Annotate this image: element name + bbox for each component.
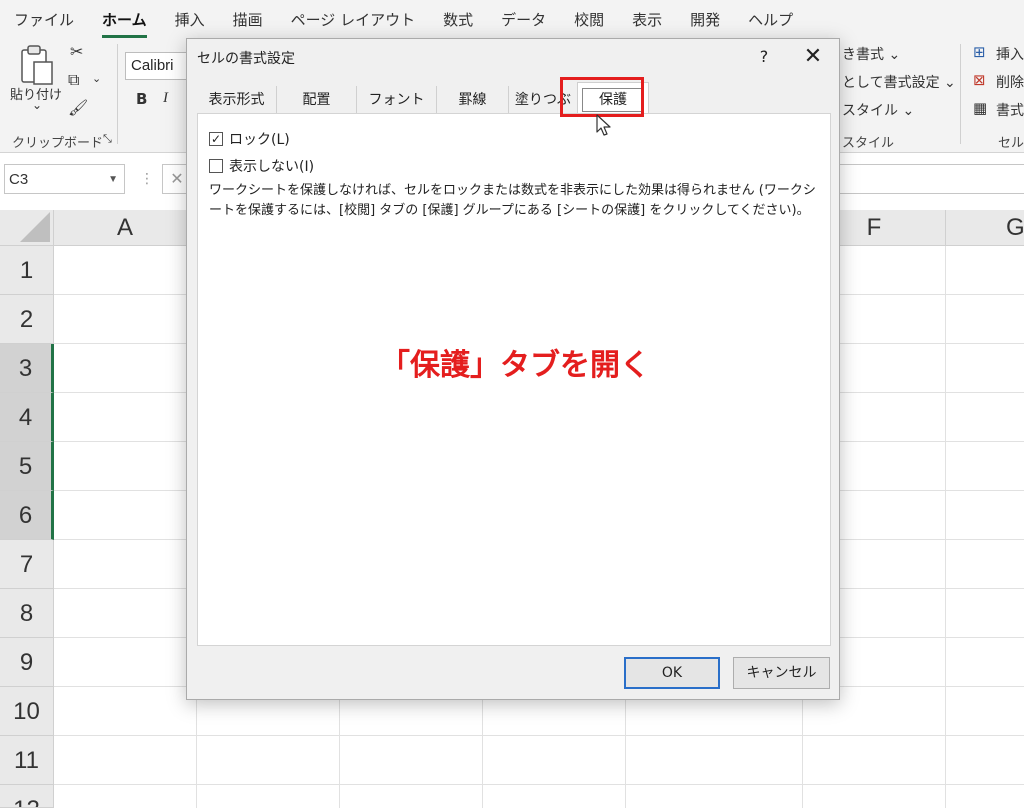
ribbon-separator: [117, 44, 118, 144]
paste-icon[interactable]: [18, 44, 56, 86]
tab-home[interactable]: ホーム: [102, 9, 147, 38]
tab-review[interactable]: 校閲: [574, 9, 604, 30]
tab-file[interactable]: ファイル: [14, 9, 74, 30]
name-box[interactable]: C3 ▼: [4, 164, 125, 194]
row-header-9[interactable]: 9: [0, 638, 54, 687]
ribbon-separator: [960, 44, 961, 144]
help-icon[interactable]: ?: [752, 45, 776, 69]
tab-alignment[interactable]: 配置: [277, 86, 357, 114]
row-header-1[interactable]: 1: [0, 246, 54, 295]
row-header-10[interactable]: 10: [0, 687, 54, 736]
protection-panel: ✓ ロック(L) 表示しない(I) ワークシートを保護しなければ、セルをロックま…: [197, 113, 831, 646]
tab-developer[interactable]: 開発: [690, 9, 720, 30]
ok-button[interactable]: OK: [624, 657, 720, 689]
column-header-a[interactable]: A: [54, 210, 197, 246]
row-header-6[interactable]: 6: [0, 491, 54, 540]
delete-cells-icon[interactable]: ⊠: [973, 71, 986, 89]
protection-tab-highlight: [560, 77, 644, 117]
tab-draw[interactable]: 描画: [233, 9, 263, 30]
tab-data[interactable]: データ: [501, 9, 546, 30]
styles-group-label: スタイル: [842, 136, 895, 151]
row-header-3[interactable]: 3: [0, 344, 54, 393]
name-box-value: C3: [9, 171, 29, 188]
row-header-8[interactable]: 8: [0, 589, 54, 638]
tab-number[interactable]: 表示形式: [197, 86, 277, 114]
copy-dropdown-icon[interactable]: ⌄: [92, 72, 101, 85]
mouse-cursor-icon: [596, 114, 611, 136]
tab-insert[interactable]: 挿入: [175, 9, 205, 30]
format-painter-icon[interactable]: 🖌: [68, 98, 88, 117]
cells-group-label: セル: [998, 136, 1024, 151]
row-header-12[interactable]: 12: [0, 785, 54, 808]
insert-cells-button[interactable]: 挿入: [996, 44, 1024, 64]
delete-cells-button[interactable]: 削除: [996, 72, 1024, 92]
row-header-4[interactable]: 4: [0, 393, 54, 442]
insert-cells-icon[interactable]: ⊞: [973, 43, 986, 61]
protection-note: ワークシートを保護しなければ、セルをロックまたは数式を非表示にした効果は得られま…: [209, 183, 816, 218]
tab-help[interactable]: ヘルプ: [748, 9, 793, 30]
format-cells-icon[interactable]: ▦: [973, 99, 987, 117]
copy-icon[interactable]: ⧉: [68, 70, 79, 90]
tab-border[interactable]: 罫線: [437, 86, 509, 114]
grid-line: [54, 735, 1024, 736]
lock-checkbox[interactable]: ✓: [209, 132, 223, 146]
dialog-launcher-icon[interactable]: ⤡: [103, 132, 112, 146]
format-cells-dialog: セルの書式設定 ? ✕ 表示形式 配置 フォント 罫線 塗りつぶし 保護 ✓ ロ…: [186, 38, 840, 700]
cut-icon[interactable]: ✂: [70, 42, 83, 61]
row-header-11[interactable]: 11: [0, 736, 54, 785]
formula-bar-grip-icon[interactable]: ⋮: [140, 171, 154, 187]
grid-line: [54, 784, 1024, 785]
row-header-5[interactable]: 5: [0, 442, 54, 491]
bold-button[interactable]: B: [136, 90, 147, 108]
hidden-label: 表示しない(I): [229, 159, 315, 175]
cancel-button[interactable]: キャンセル: [733, 657, 830, 689]
lock-checkbox-row[interactable]: ✓ ロック(L): [209, 129, 290, 149]
grid-line: [945, 246, 946, 808]
lock-label: ロック(L): [229, 132, 290, 148]
formula-input[interactable]: [838, 164, 1024, 194]
cell-styles-button[interactable]: スタイル ⌄: [842, 100, 914, 120]
dialog-tab-strip: 表示形式 配置 フォント 罫線 塗りつぶし 保護: [197, 82, 831, 136]
name-box-dropdown-icon[interactable]: ▼: [108, 165, 118, 195]
format-cells-button[interactable]: 書式: [996, 100, 1024, 120]
tab-page-layout[interactable]: ページ レイアウト: [291, 9, 415, 30]
dialog-title: セルの書式設定: [197, 51, 295, 67]
format-as-table-button[interactable]: として書式設定 ⌄: [842, 72, 956, 92]
close-icon[interactable]: ✕: [799, 43, 827, 71]
instruction-annotation: 「保護」タブを開く: [380, 348, 650, 383]
italic-button[interactable]: I: [163, 90, 168, 107]
ribbon-tab-bar: ファイル ホーム 挿入 描画 ページ レイアウト 数式 データ 校閲 表示 開発…: [0, 0, 1024, 38]
tab-formulas[interactable]: 数式: [443, 9, 473, 30]
row-header-2[interactable]: 2: [0, 295, 54, 344]
column-header-g[interactable]: G: [946, 210, 1024, 246]
tab-font[interactable]: フォント: [357, 86, 437, 114]
conditional-format-button[interactable]: き書式 ⌄: [842, 44, 900, 64]
hidden-checkbox-row[interactable]: 表示しない(I): [209, 156, 314, 176]
select-all-button[interactable]: [0, 210, 54, 246]
clipboard-group-label: クリップボード: [12, 136, 104, 151]
tab-view[interactable]: 表示: [632, 9, 662, 30]
hidden-checkbox[interactable]: [209, 159, 223, 173]
row-header-7[interactable]: 7: [0, 540, 54, 589]
paste-dropdown-icon[interactable]: ⌄: [32, 98, 42, 112]
